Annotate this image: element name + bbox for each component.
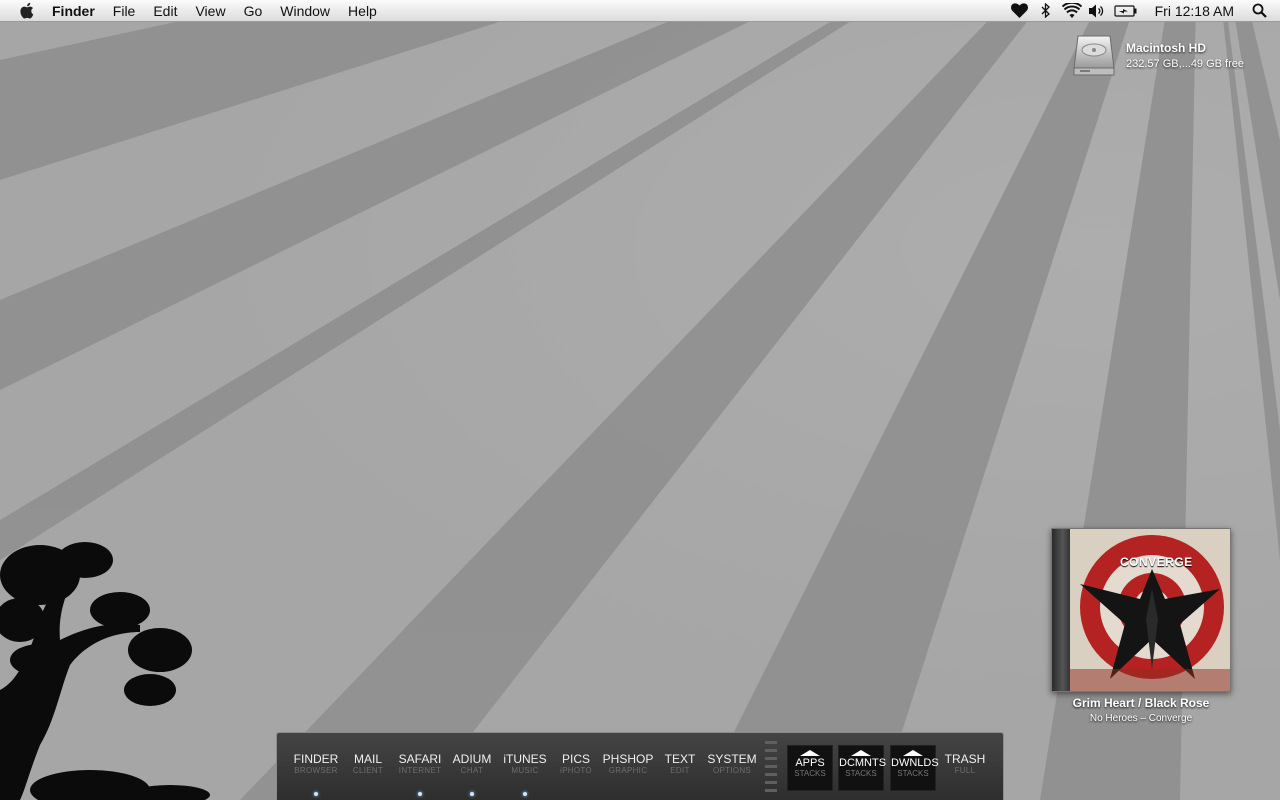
dock-label: TRASH — [944, 752, 986, 766]
menu-file[interactable]: File — [104, 0, 145, 22]
menu-view[interactable]: View — [186, 0, 234, 22]
wifi-icon[interactable] — [1061, 0, 1083, 22]
menu-go[interactable]: Go — [235, 0, 272, 22]
dock-item-phshop[interactable]: PHSHOP GRAPHIC — [598, 752, 658, 775]
menu-window[interactable]: Window — [271, 0, 339, 22]
apple-icon[interactable] — [19, 2, 35, 20]
battery-icon[interactable] — [1113, 0, 1139, 22]
dock-label: FINDER — [293, 752, 339, 766]
dock-stack-downloads[interactable]: DWNLDS STACKS — [890, 745, 939, 791]
track-title: Grim Heart / Black Rose — [1072, 696, 1210, 710]
dock-item-safari[interactable]: SAFARI INTERNET — [390, 752, 450, 775]
dock-separator[interactable] — [765, 741, 777, 797]
cd-case-spine — [1052, 529, 1070, 691]
menu-edit[interactable]: Edit — [144, 0, 186, 22]
menu-help[interactable]: Help — [339, 0, 386, 22]
menu-extras: Fri 12:18 AM — [1007, 0, 1280, 22]
dock-item-mail[interactable]: MAIL CLIENT — [338, 752, 398, 775]
desktop-drive[interactable]: Macintosh HD 232.57 GB,...49 GB free — [1072, 32, 1272, 78]
stack-sublabel: STACKS — [845, 769, 877, 778]
album-cover-widget[interactable]: CONVERGE — [1051, 528, 1231, 692]
tree-silhouette — [0, 542, 210, 800]
bluetooth-icon[interactable] — [1035, 0, 1057, 22]
running-indicator — [418, 792, 422, 796]
dock-sublabel: CHAT — [460, 766, 484, 775]
drive-name[interactable]: Macintosh HD — [1126, 41, 1244, 55]
album-art: CONVERGE — [1070, 529, 1230, 691]
stack-arrow-icon — [903, 750, 923, 756]
stack-label: DWNLDS — [891, 757, 939, 769]
menu-clock[interactable]: Fri 12:18 AM — [1141, 3, 1246, 19]
stack-arrow-icon — [800, 750, 820, 756]
menu-bar: Finder File Edit View Go Window Help Fri… — [0, 0, 1280, 22]
album-brand: CONVERGE — [1120, 555, 1193, 569]
dock-item-text[interactable]: TEXT EDIT — [650, 752, 710, 775]
dock-item-pics[interactable]: PICS iPHOTO — [546, 752, 606, 775]
dock-sublabel: CLIENT — [352, 766, 384, 775]
stack-sublabel: STACKS — [897, 769, 929, 778]
dock-label: PHSHOP — [602, 752, 654, 766]
track-artist-album: No Heroes – Converge — [1089, 713, 1193, 724]
running-indicator — [523, 792, 527, 796]
stack-sublabel: STACKS — [794, 769, 826, 778]
spotlight-icon[interactable] — [1248, 0, 1270, 22]
dock-label: SYSTEM — [707, 752, 757, 766]
running-indicator — [470, 792, 474, 796]
dock-sublabel: EDIT — [670, 766, 690, 775]
dock: FINDER BROWSER MAIL CLIENT SAFARI INTERN… — [276, 732, 1004, 800]
dock-item-trash[interactable]: TRASH FULL — [937, 752, 993, 775]
dock-label: MAIL — [353, 752, 382, 766]
dock-stack-documents[interactable]: DCMNTS STACKS — [838, 745, 887, 791]
dock-stack-apps[interactable]: APPS STACKS — [787, 745, 833, 791]
dock-label: ADIUM — [452, 752, 492, 766]
dock-sublabel: INTERNET — [398, 766, 442, 775]
dock-sublabel: iPHOTO — [560, 766, 592, 775]
menu-app-finder[interactable]: Finder — [52, 0, 104, 22]
hard-drive-icon[interactable] — [1072, 32, 1116, 78]
dock-item-finder[interactable]: FINDER BROWSER — [286, 752, 346, 775]
dock-sublabel: BROWSER — [294, 766, 338, 775]
stack-label: APPS — [795, 757, 825, 769]
dock-item-adium[interactable]: ADIUM CHAT — [442, 752, 502, 775]
dock-label: TEXT — [664, 752, 696, 766]
dock-item-system[interactable]: SYSTEM OPTIONS — [702, 752, 762, 775]
stack-arrow-icon — [851, 750, 871, 756]
running-indicator — [314, 792, 318, 796]
dock-label: SAFARI — [398, 752, 442, 766]
drive-info: 232.57 GB,...49 GB free — [1126, 58, 1245, 70]
dock-label: PICS — [561, 752, 590, 766]
dock-sublabel: GRAPHIC — [608, 766, 648, 775]
volume-icon[interactable] — [1087, 0, 1109, 22]
dock-sublabel: FULL — [954, 766, 976, 775]
dock-sublabel: OPTIONS — [712, 766, 752, 775]
heart-icon[interactable] — [1009, 0, 1031, 22]
stack-label: DCMNTS — [839, 757, 887, 769]
